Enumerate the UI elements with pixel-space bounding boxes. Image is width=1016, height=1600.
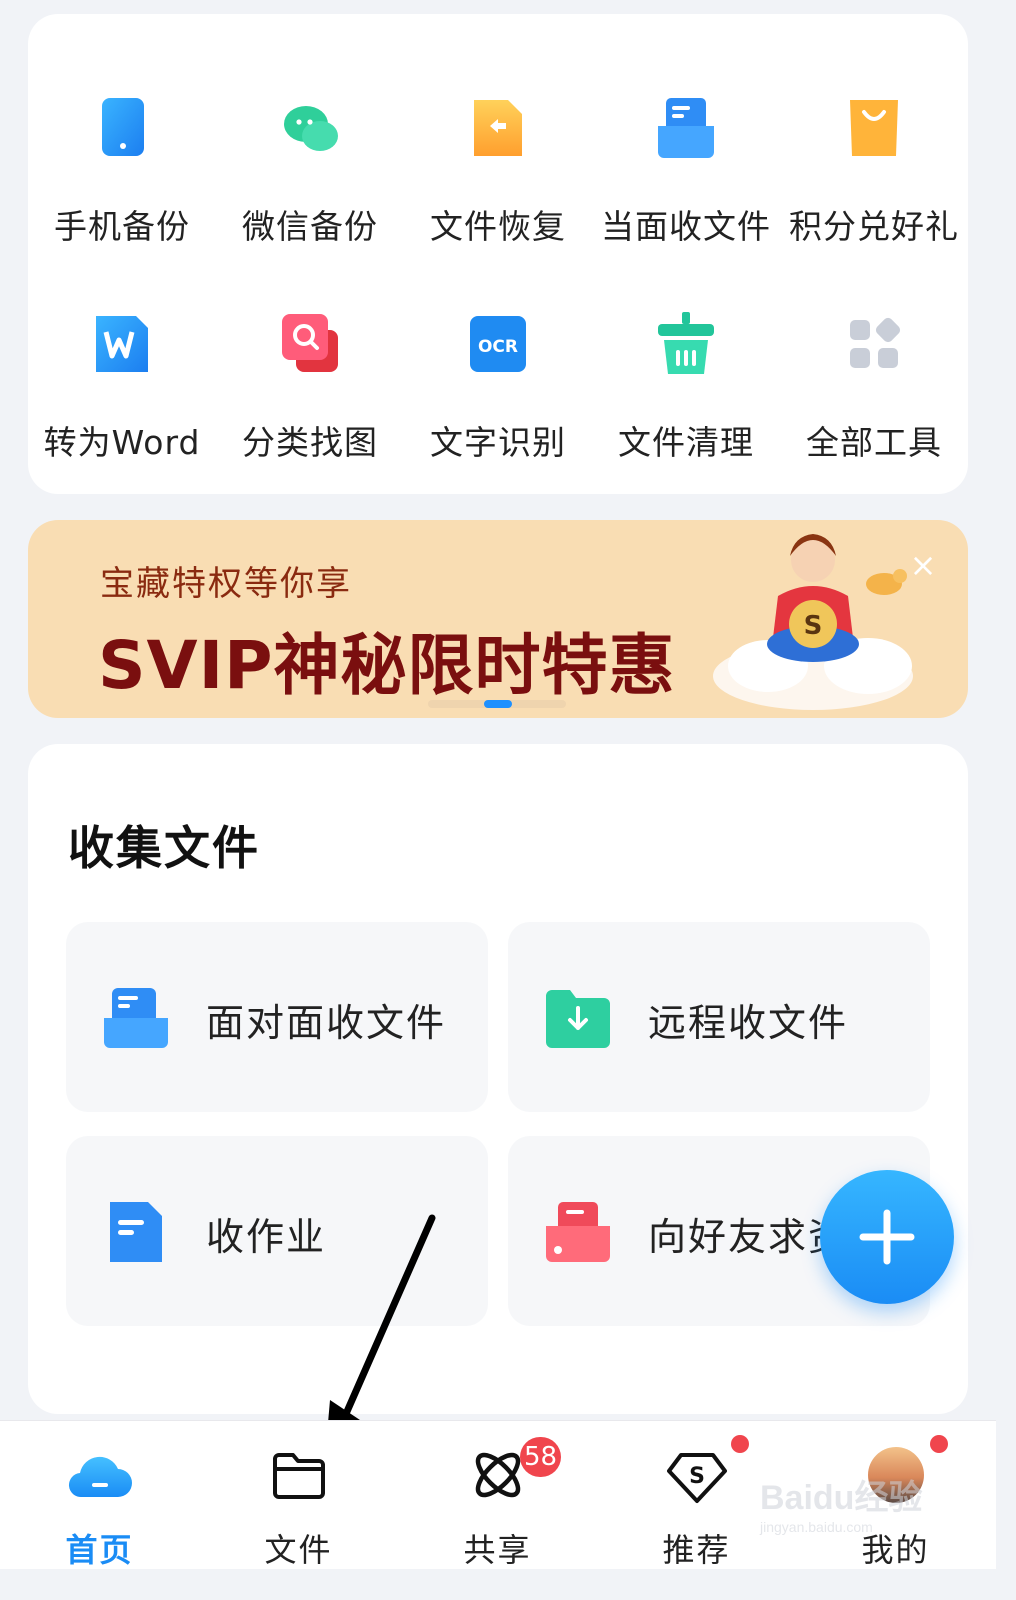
plus-icon [859,1209,915,1265]
gift-bag-icon [850,100,898,156]
word-icon [96,316,148,372]
tool-wechat-backup[interactable]: 微信备份 [216,14,404,246]
tool-all-tools[interactable]: 全部工具 [780,230,968,462]
image-search-icon [282,314,338,372]
tool-image-search[interactable]: 分类找图 [216,230,404,462]
tile-label: 向好友求资 [648,1215,849,1259]
tool-label: 全部工具 [806,423,942,462]
tile-label: 面对面收文件 [206,1001,447,1045]
mine-dot [930,1435,948,1453]
tool-file-restore[interactable]: 文件恢复 [404,14,592,246]
trash-icon [658,312,714,374]
share-badge: 58 [520,1437,562,1477]
file-restore-icon [474,100,522,156]
tile-label: 远程收文件 [648,1001,849,1045]
tool-label: 文件清理 [618,423,754,462]
tool-clean[interactable]: 文件清理 [592,230,780,462]
collect-files-card: 收集文件 面对面收文件 远程收文件 收作业 向好友求资 [28,744,968,1414]
face-to-face-receive-icon [104,988,168,1048]
tab-files[interactable]: 文件 [199,1421,398,1569]
banner-subtitle: 宝藏特权等你享 [100,564,352,604]
tab-home[interactable]: 首页 [0,1421,199,1569]
tool-receive-file[interactable]: 当面收文件 [592,14,780,246]
svg-text:S: S [804,611,823,641]
collect-face-to-face[interactable]: 面对面收文件 [66,922,488,1112]
add-button[interactable] [820,1170,954,1304]
recommend-icon: S [667,1453,727,1503]
svg-text:S: S [689,1464,705,1489]
collect-remote[interactable]: 远程收文件 [508,922,930,1112]
tool-ocr[interactable]: OCR 文字识别 [404,230,592,462]
tab-label: 文件 [264,1531,333,1569]
tab-label: 共享 [463,1531,532,1569]
tab-share[interactable]: 58 共享 [398,1421,597,1569]
tools-card: 手机备份 微信备份 文件恢复 当面收文件 积分兑好礼 转为Word 分类找图 O… [28,14,968,494]
watermark-sub: jingyan.baidu.com [760,1519,873,1535]
home-cloud-icon [68,1456,132,1498]
tool-label: 分类找图 [242,423,378,462]
banner-title: SVIP神秘限时特惠 [98,627,676,704]
wechat-icon [284,106,338,151]
banner-pager [428,700,566,708]
tool-phone-backup[interactable]: 手机备份 [28,14,216,246]
recommend-dot [731,1435,749,1453]
watermark-text: Baidu经验 [760,1479,923,1517]
svip-banner[interactable]: 宝藏特权等你享 SVIP神秘限时特惠 S × [28,520,968,718]
phone-backup-icon [102,98,144,156]
banner-pager-active-dot [484,700,512,708]
receive-file-icon [658,98,714,158]
folder-icon [273,1453,325,1499]
tile-label: 收作业 [206,1215,327,1259]
remote-receive-icon [546,990,610,1048]
request-from-friend-icon [546,1202,610,1262]
tool-label: 文字识别 [430,423,566,462]
baidu-watermark: Baidu经验 jingyan.baidu.com [760,1470,960,1550]
section-title: 收集文件 [68,821,260,875]
banner-close-button[interactable]: × [908,549,938,581]
tab-label: 首页 [65,1531,134,1569]
ocr-badge-text: OCR [478,337,518,357]
all-tools-icon [850,317,901,368]
homework-icon [110,1202,162,1262]
ocr-icon: OCR [470,316,526,372]
tool-gift[interactable]: 积分兑好礼 [780,14,968,246]
tool-label: 转为Word [43,423,201,462]
tool-to-word[interactable]: 转为Word [28,230,216,462]
